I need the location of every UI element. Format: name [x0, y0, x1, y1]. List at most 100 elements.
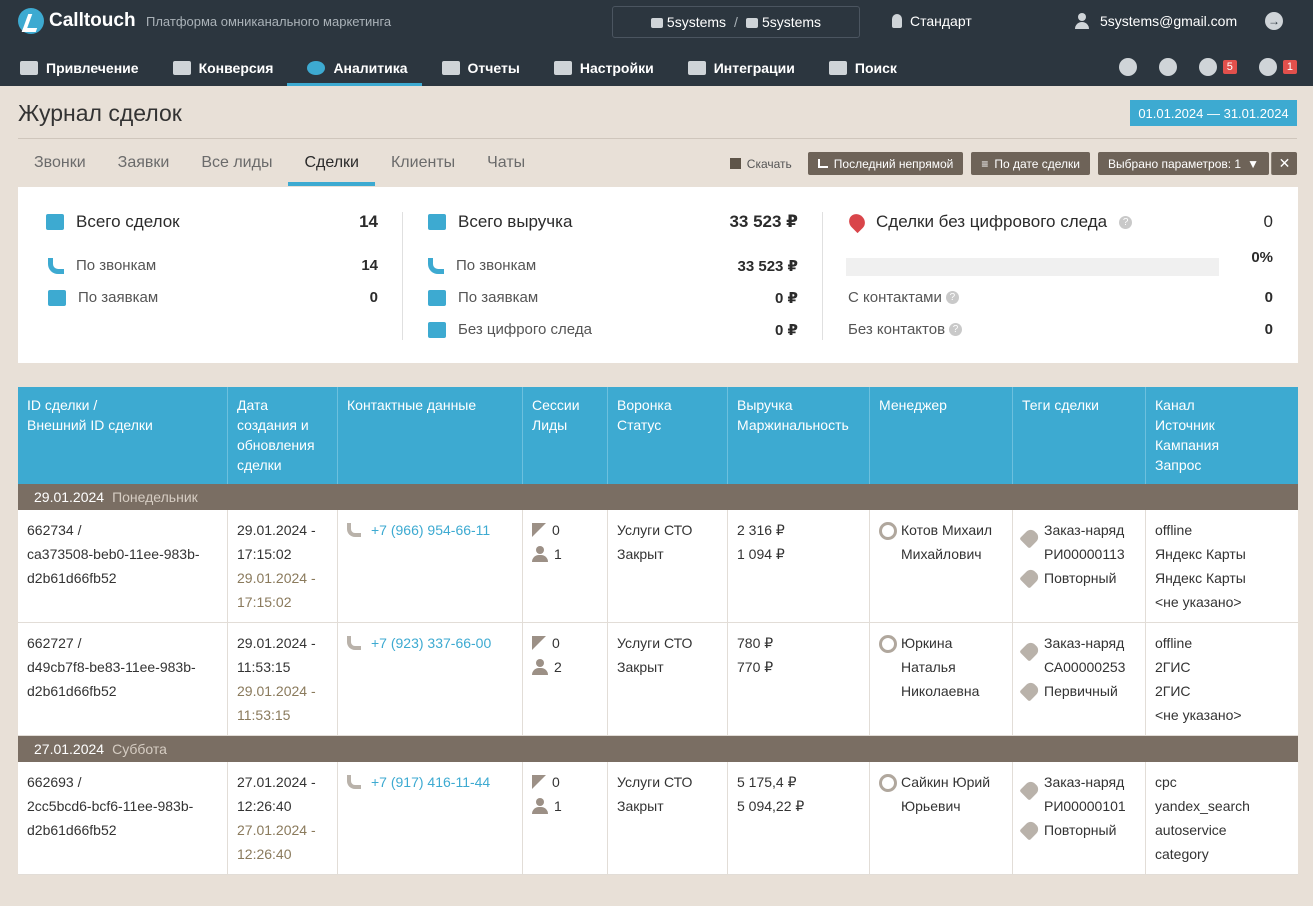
column-header[interactable]: Контактные данные: [338, 387, 523, 484]
deal-id[interactable]: 662734 / ca373508-beb0-11ee-983b-d2b61d66…: [27, 518, 219, 590]
analytics-icon: [307, 61, 326, 75]
nav-item-conversion[interactable]: Конверсия: [153, 50, 288, 86]
untraced-percent: 0%: [1251, 248, 1273, 266]
deal-tag[interactable]: Заказ-наряд СА00000253: [1019, 631, 1137, 679]
nav-item-acquisition[interactable]: Привлечение: [0, 50, 153, 86]
column-header[interactable]: Дата создания и обновления сделки: [228, 387, 338, 484]
table-row[interactable]: 662727 / d49cb7f8-be83-11ee-983b-d2b61d66…: [18, 623, 1298, 736]
deal-id-line: d49cb7f8-be83-11ee-983b-: [27, 659, 196, 675]
tag-line: Заказ-наряд: [1044, 774, 1125, 790]
deals-calls-value: 14: [361, 257, 378, 274]
help-icon[interactable]: ?: [945, 291, 959, 304]
nav-right-icons: 5 1: [1118, 52, 1297, 82]
tab-clients[interactable]: Клиенты: [375, 140, 471, 186]
table-cell: Услуги СТО Закрыт: [608, 623, 728, 735]
tab-all-leads[interactable]: Все лиды: [185, 140, 288, 186]
nav-item-integrations[interactable]: Интеграции: [668, 50, 809, 86]
nav-item-label: Поиск: [854, 60, 897, 76]
tag-text: Заказ-наряд РИ00000113: [1044, 518, 1125, 566]
tag-icon: [1019, 819, 1041, 841]
sessions-value: 0: [552, 774, 560, 790]
leads-count[interactable]: 2: [532, 655, 599, 679]
tab-chats[interactable]: Чаты: [471, 140, 541, 186]
leads-count[interactable]: 1: [532, 542, 599, 566]
conversion-icon: [172, 61, 191, 75]
notifications-button[interactable]: 1: [1258, 58, 1297, 76]
tag-text: Повторный: [1044, 566, 1116, 590]
deal-tag[interactable]: Заказ-наряд РИ00000101: [1019, 770, 1137, 818]
sessions-count[interactable]: 0: [532, 770, 599, 794]
margin: 1 094 ₽: [737, 546, 785, 562]
attribution-label: Последний непрямой: [833, 156, 954, 171]
sessions-value: 0: [552, 635, 560, 651]
manager-name: Сайкин Юрий Юрьевич: [901, 770, 990, 818]
tag-line: Заказ-наряд: [1044, 635, 1125, 651]
integrations-icon: [687, 61, 706, 75]
attribution-button[interactable]: Последний непрямой: [807, 152, 964, 175]
column-header[interactable]: Выручка Маржинальность: [728, 387, 870, 484]
column-header[interactable]: Воронка Статус: [608, 387, 728, 484]
contact-phone[interactable]: +7 (917) 416-11-44: [347, 770, 514, 794]
tag-line: СА00000253: [1044, 659, 1126, 675]
deal-tag[interactable]: Заказ-наряд РИ00000113: [1019, 518, 1137, 566]
column-header[interactable]: Сессии Лиды: [523, 387, 608, 484]
status: Закрыт: [617, 798, 664, 814]
deal-id[interactable]: 662727 / d49cb7f8-be83-11ee-983b-d2b61d66…: [27, 631, 219, 703]
courses-button[interactable]: 5: [1198, 58, 1237, 76]
funnel: Услуги СТО: [617, 522, 693, 538]
revenue-notrace-value: 0 ₽: [775, 321, 798, 339]
deal-id-line: 662693 /: [27, 774, 82, 790]
clear-filter-button[interactable]: ✕: [1271, 152, 1297, 175]
nav-item-search[interactable]: Поиск: [809, 50, 911, 86]
nav-item-settings[interactable]: Настройки: [534, 50, 668, 86]
deals-requests-label-wrap: По заявкам: [48, 289, 158, 306]
deal-tag[interactable]: Повторный: [1019, 566, 1137, 590]
deal-id[interactable]: 662693 / 2cc5bcd6-bcf6-11ee-983b-d2b61d66…: [27, 770, 219, 842]
support-chat-icon[interactable]: [1118, 58, 1137, 76]
help-icon[interactable]: ?: [949, 323, 963, 336]
sessions-count[interactable]: 0: [532, 631, 599, 655]
sessions-count[interactable]: 0: [532, 518, 599, 542]
contact-phone[interactable]: +7 (966) 954-66-11: [347, 518, 514, 542]
logo[interactable]: Calltouch: [18, 8, 136, 34]
deal-tag[interactable]: Первичный: [1019, 679, 1137, 703]
revenue-calls-row: По звонкам 33 523 ₽: [428, 257, 798, 275]
nav-item-label: Аналитика: [333, 60, 408, 76]
without-contacts-label: Без контактов: [848, 321, 946, 338]
nav-item-analytics[interactable]: Аналитика: [287, 50, 422, 86]
column-header[interactable]: ID сделки / Внешний ID сделки: [18, 387, 228, 484]
deal-id-line: 662734 /: [27, 522, 82, 538]
plan-link[interactable]: Стандарт: [892, 13, 972, 29]
leads-count[interactable]: 1: [532, 794, 599, 818]
column-header-line: Канал: [1155, 397, 1195, 413]
column-header[interactable]: Теги сделки: [1013, 387, 1146, 484]
account-switcher[interactable]: 5systems / 5systems: [612, 6, 860, 38]
help-icon[interactable]: ?: [1119, 215, 1133, 229]
deal-tag[interactable]: Повторный: [1019, 818, 1137, 842]
table-row[interactable]: 662734 / ca373508-beb0-11ee-983b-d2b61d66…: [18, 510, 1298, 623]
nav-item-reports[interactable]: Отчеты: [422, 50, 534, 86]
filter-params-button[interactable]: Выбрано параметров: 1 ▼: [1098, 152, 1269, 175]
updated-date: 12:26:40: [237, 846, 292, 862]
tagline: Платформа омниканального маркетинга: [146, 14, 392, 29]
tab-calls[interactable]: Звонки: [18, 140, 102, 186]
margin: 770 ₽: [737, 659, 774, 675]
sort-button[interactable]: ≡ По дате сделки: [971, 152, 1091, 175]
column-header[interactable]: Канал Источник Кампания Запрос: [1146, 387, 1298, 484]
logout-icon[interactable]: →: [1265, 12, 1283, 30]
tab-requests[interactable]: Заявки: [102, 140, 186, 186]
table-row[interactable]: 662693 / 2cc5bcd6-bcf6-11ee-983b-d2b61d66…: [18, 762, 1298, 875]
channel-line: offline: [1155, 635, 1193, 651]
updated-date: 17:15:02: [237, 594, 292, 610]
revenue-total-value: 33 523 ₽: [729, 212, 798, 231]
revenue-requests-label-wrap: По заявкам: [428, 289, 538, 306]
column-header[interactable]: Менеджер: [870, 387, 1013, 484]
account-to: 5systems: [745, 14, 821, 30]
table-cell: cpc yandex_search autoservice category: [1146, 762, 1298, 874]
download-button[interactable]: Скачать: [729, 157, 792, 171]
date-range-picker[interactable]: 01.01.2024 — 31.01.2024: [1130, 100, 1297, 126]
user-menu[interactable]: 5systems@gmail.com: [1074, 13, 1237, 29]
tab-deals[interactable]: Сделки: [288, 140, 375, 186]
support-agent-icon[interactable]: [1158, 58, 1177, 76]
contact-phone[interactable]: +7 (923) 337-66-00: [347, 631, 514, 655]
